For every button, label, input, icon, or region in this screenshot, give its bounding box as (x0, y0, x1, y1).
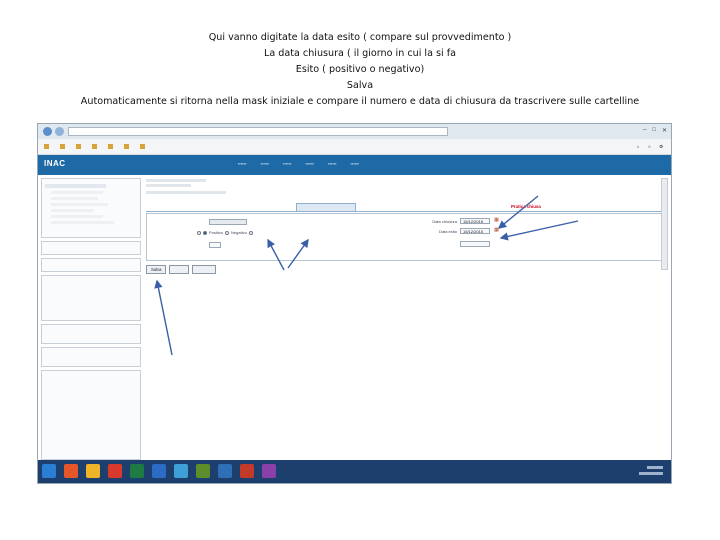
sidebar-panel (41, 370, 141, 460)
bookmark-icon (76, 144, 81, 150)
windows-taskbar (38, 460, 671, 483)
sidebar-item[interactable] (51, 197, 99, 200)
slide-caption: Qui vanno digitate la data esito ( compa… (0, 30, 720, 110)
bookmark-icon (108, 144, 113, 150)
form-tabs: Pratica chiusa (146, 203, 666, 212)
forward-icon[interactable] (55, 127, 64, 136)
small-field[interactable] (209, 242, 221, 248)
back-icon[interactable] (43, 127, 52, 136)
app-menu-item[interactable]: ▪▪▪▪▪▪ (283, 161, 292, 166)
form-buttons: Salva (146, 265, 217, 274)
app-menu-item[interactable]: ▪▪▪▪▪▪ (306, 161, 315, 166)
sidebar (41, 178, 141, 468)
sidebar-panel (41, 324, 141, 344)
caption-line-5: Automaticamente si ritorna nella mask in… (80, 96, 640, 107)
radio-option[interactable] (203, 230, 207, 235)
extra-date-input[interactable] (460, 241, 490, 247)
favorites-bar: ⌂ ☆ ⚙ (38, 139, 671, 155)
favorite-item[interactable] (60, 144, 67, 150)
app-icon[interactable] (152, 464, 166, 478)
breadcrumb (146, 179, 206, 187)
data-chiusura-input[interactable]: 15/12/2015 (460, 218, 490, 224)
favorite-item[interactable] (76, 144, 83, 150)
radio-option[interactable] (248, 230, 253, 235)
app-icon[interactable] (108, 464, 122, 478)
esito-radio-group: Positivo Negativo (197, 230, 253, 235)
app-logo: INAC (44, 159, 66, 168)
close-icon[interactable]: ✕ (662, 127, 667, 134)
sidebar-item[interactable] (51, 191, 103, 194)
main-content: Pratica chiusa Positivo Negativo Data ch… (146, 179, 666, 449)
close-pratica-form: Positivo Negativo Data chiusura 15/12/20… (146, 213, 666, 261)
window-controls: – □ ✕ (643, 127, 667, 134)
app-icon[interactable] (262, 464, 276, 478)
maximize-icon[interactable]: □ (652, 127, 656, 134)
calendar-icon[interactable]: ▦ (493, 227, 500, 234)
favorite-item[interactable] (140, 144, 147, 150)
sidebar-item[interactable] (51, 221, 115, 224)
radio-option[interactable] (225, 230, 230, 235)
app-menu-item[interactable]: ▪▪▪▪▪▪ (351, 161, 360, 166)
caption-line-4: Salva (346, 80, 374, 91)
calendar-icon[interactable]: ▦ (493, 217, 500, 224)
app-menu-item[interactable]: ▪▪▪▪▪▪ (261, 161, 270, 166)
tab-active[interactable] (296, 203, 356, 211)
sidebar-item[interactable] (51, 215, 103, 218)
sidebar-item[interactable] (51, 209, 94, 212)
app-header: INAC ▪▪▪▪▪▪ ▪▪▪▪▪▪ ▪▪▪▪▪▪ ▪▪▪▪▪▪ ▪▪▪▪▪▪ … (38, 155, 671, 175)
app-icon[interactable] (130, 464, 144, 478)
save-button[interactable]: Salva (146, 265, 167, 274)
sidebar-panel (41, 347, 141, 367)
browser-icon[interactable] (174, 464, 188, 478)
start-icon[interactable] (42, 464, 56, 478)
favorite-item[interactable] (124, 144, 131, 150)
bookmark-icon (140, 144, 145, 150)
bookmark-icon (60, 144, 65, 150)
app-icon[interactable] (196, 464, 210, 478)
app-icon[interactable] (218, 464, 232, 478)
data-esito-label: Data esito (438, 229, 457, 234)
caption-line-1: Qui vanno digitate la data esito ( compa… (208, 32, 512, 43)
address-bar[interactable] (68, 127, 448, 136)
app-menu-item[interactable]: ▪▪▪▪▪▪ (238, 161, 247, 166)
app-icon[interactable] (64, 464, 78, 478)
data-chiusura-label: Data chiusura (432, 219, 457, 224)
system-tray[interactable] (639, 466, 663, 475)
bookmark-icon (44, 144, 49, 150)
favorite-item[interactable] (92, 144, 99, 150)
data-esito-input[interactable]: 15/12/2015 (460, 228, 490, 234)
radio-option[interactable] (197, 230, 201, 235)
sidebar-item[interactable] (45, 184, 107, 188)
sidebar-panel (41, 258, 141, 272)
home-icon[interactable]: ⌂ (637, 144, 640, 150)
vertical-scrollbar[interactable] (661, 178, 668, 270)
app-menu: ▪▪▪▪▪▪ ▪▪▪▪▪▪ ▪▪▪▪▪▪ ▪▪▪▪▪▪ ▪▪▪▪▪▪ ▪▪▪▪▪… (238, 161, 359, 166)
app-menu-item[interactable]: ▪▪▪▪▪▪ (328, 161, 337, 166)
browser-titlebar: – □ ✕ (38, 124, 671, 139)
status-label: Pratica chiusa (511, 204, 541, 209)
sidebar-panel (41, 275, 141, 321)
gear-icon[interactable]: ⚙ (659, 144, 663, 150)
screenshot-frame: – □ ✕ ⌂ ☆ ⚙ INAC ▪▪▪▪▪▪ ▪▪▪▪▪▪ ▪▪▪▪▪▪ ▪▪… (37, 123, 672, 484)
sidebar-item[interactable] (51, 203, 108, 206)
reset-button[interactable] (169, 265, 190, 274)
sidebar-panel (41, 241, 141, 255)
app-icon[interactable] (240, 464, 254, 478)
back-button[interactable] (192, 265, 217, 274)
caption-line-3: Esito ( positivo o negativo) (295, 64, 425, 75)
browser-tools: ⌂ ☆ ⚙ (637, 144, 671, 150)
minimize-icon[interactable]: – (643, 127, 646, 134)
folder-icon[interactable] (86, 464, 100, 478)
star-icon[interactable]: ☆ (647, 144, 651, 150)
bookmark-icon (92, 144, 97, 150)
protocol-field[interactable] (209, 219, 247, 225)
favorite-item[interactable] (44, 144, 51, 150)
favorite-item[interactable] (108, 144, 115, 150)
caption-line-2: La data chiusura ( il giorno in cui la s… (264, 48, 456, 59)
bookmark-icon (124, 144, 129, 150)
esito-option-negativo: Negativo (231, 230, 247, 235)
sidebar-panel (41, 178, 141, 238)
pratica-info (146, 191, 226, 194)
esito-option-positivo: Positivo (209, 230, 224, 235)
